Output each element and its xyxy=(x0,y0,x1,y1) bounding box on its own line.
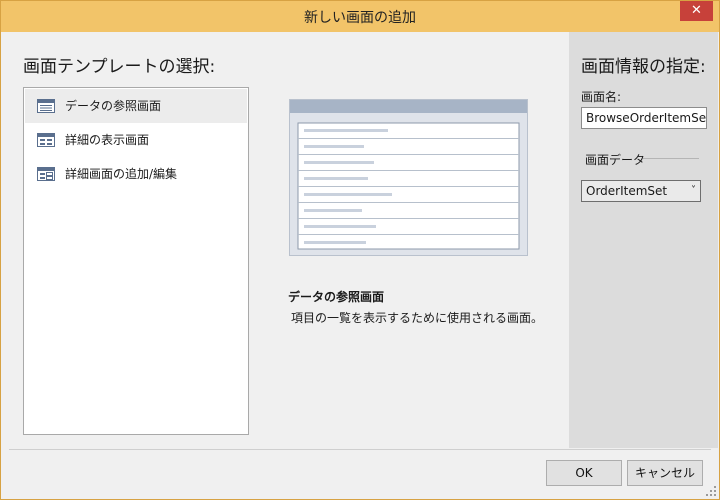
screen-data-value: OrderItemSet xyxy=(586,184,668,198)
screen-name-input[interactable]: BrowseOrderItemSet xyxy=(581,107,707,129)
template-item-add-edit[interactable]: 詳細画面の追加/編集 xyxy=(25,157,247,191)
add-screen-dialog: 新しい画面の追加 ✕ 画面テンプレートの選択: データの参照画面 詳細の表示画面… xyxy=(0,0,720,500)
template-item-details[interactable]: 詳細の表示画面 xyxy=(25,123,247,157)
footer-divider xyxy=(9,449,711,450)
details-screen-icon xyxy=(37,133,55,147)
resize-grip-icon[interactable] xyxy=(706,486,716,496)
template-panel: 画面テンプレートの選択: データの参照画面 詳細の表示画面 詳細画面の追加/編集… xyxy=(9,32,569,448)
template-heading: 画面テンプレートの選択: xyxy=(23,57,216,77)
ok-button[interactable]: OK xyxy=(546,460,622,486)
template-description-title: データの参照画面 xyxy=(288,290,385,304)
template-item-browse[interactable]: データの参照画面 xyxy=(25,89,247,123)
list-screen-icon xyxy=(37,99,55,113)
title-bar[interactable]: 新しい画面の追加 ✕ xyxy=(1,1,719,32)
screen-info-heading: 画面情報の指定: xyxy=(581,57,706,77)
screen-info-panel: 画面情報の指定: 画面名: BrowseOrderItemSet 画面データ O… xyxy=(569,32,718,448)
screen-data-divider xyxy=(643,158,699,159)
screen-name-label: 画面名: xyxy=(581,90,622,104)
template-list[interactable]: データの参照画面 詳細の表示画面 詳細画面の追加/編集 xyxy=(23,87,249,435)
template-label: 詳細の表示画面 xyxy=(65,133,150,147)
screen-data-label: 画面データ xyxy=(585,153,646,167)
cancel-button[interactable]: キャンセル xyxy=(627,460,703,486)
template-description-text: 項目の一覧を表示するために使用される画面。 xyxy=(291,311,544,325)
window-title: 新しい画面の追加 xyxy=(304,10,416,26)
chevron-down-icon: ˅ xyxy=(691,185,696,196)
edit-screen-icon xyxy=(37,167,55,181)
template-label: 詳細画面の追加/編集 xyxy=(65,167,178,181)
close-button[interactable]: ✕ xyxy=(680,1,713,21)
template-label: データの参照画面 xyxy=(65,99,162,113)
screen-data-select[interactable]: OrderItemSet ˅ xyxy=(581,180,701,202)
template-preview-image xyxy=(289,99,528,256)
